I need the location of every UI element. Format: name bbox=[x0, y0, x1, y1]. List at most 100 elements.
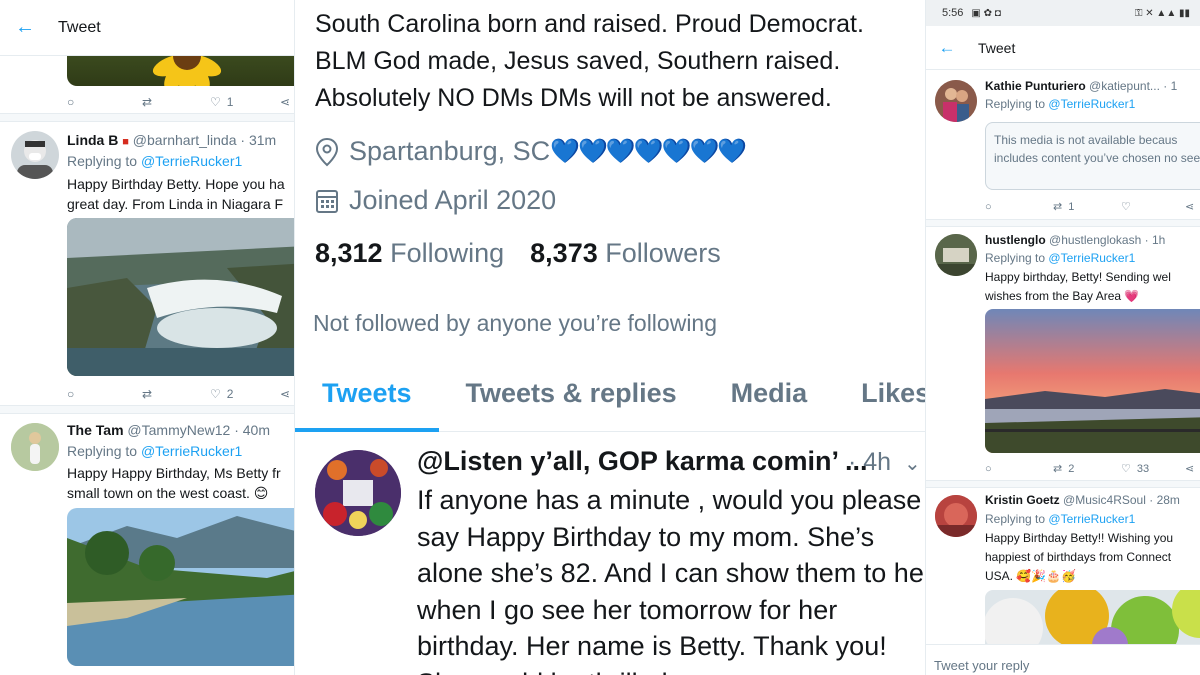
avatar[interactable] bbox=[935, 234, 977, 276]
user-handle[interactable]: @katiepunt... bbox=[1089, 79, 1160, 93]
replying-handle-link[interactable]: @TerrieRucker1 bbox=[1048, 251, 1135, 265]
replying-handle-link[interactable]: @TerrieRucker1 bbox=[1048, 512, 1135, 526]
avatar-graphic bbox=[935, 495, 977, 537]
tweet2-header: hustlenglo @hustlenglokash · 1h bbox=[985, 233, 1165, 247]
replying-handle-link[interactable]: @TerrieRucker1 bbox=[1048, 97, 1135, 111]
canada-flag-icon: ■ bbox=[122, 136, 129, 148]
retweet-button[interactable]: ⇄ 2 bbox=[1053, 462, 1121, 476]
share-icon[interactable]: ⋖ bbox=[280, 387, 290, 401]
timestamp: · 28m bbox=[1149, 493, 1180, 507]
user-handle[interactable]: @hustlenglokash bbox=[1049, 233, 1141, 247]
avatar[interactable] bbox=[315, 450, 401, 536]
tab-tweets[interactable]: Tweets bbox=[295, 360, 439, 432]
tweet-time-row: · 4h ⌄ bbox=[848, 448, 921, 477]
reply-icon[interactable]: ○ bbox=[985, 463, 1053, 475]
replying-to: Replying to @TerrieRucker1 bbox=[67, 443, 242, 459]
avatar-graphic bbox=[315, 450, 401, 536]
tweet2-text-line1: Happy birthday, Betty! Sending wel bbox=[985, 270, 1171, 284]
tweet-author-name[interactable]: @Listen y’all, GOP karma comin’ ... bbox=[417, 446, 868, 477]
sunset-graphic bbox=[985, 309, 1200, 453]
right-header: ← Tweet bbox=[926, 26, 1200, 70]
user-handle[interactable]: @TammyNew12 bbox=[127, 422, 230, 438]
following-label: Following bbox=[390, 238, 505, 268]
balloons-image[interactable] bbox=[985, 590, 1200, 650]
back-arrow-icon[interactable]: ← bbox=[10, 16, 40, 39]
user-handle[interactable]: @barnhart_linda bbox=[133, 132, 237, 148]
back-arrow-icon[interactable]: ← bbox=[932, 38, 962, 58]
left-header: ← Tweet bbox=[0, 0, 294, 56]
like-count: 33 bbox=[1136, 462, 1150, 475]
like-button[interactable]: ♡ 33 bbox=[1121, 462, 1185, 476]
retweet-icon[interactable]: ⇄ bbox=[142, 95, 210, 109]
replying-to: Replying to @TerrieRucker1 bbox=[985, 97, 1135, 111]
sunset-image[interactable] bbox=[985, 309, 1200, 453]
avatar[interactable] bbox=[935, 80, 977, 122]
heart-icon[interactable]: ♡ bbox=[1121, 200, 1185, 213]
avatar[interactable] bbox=[935, 495, 977, 537]
replying-to: Replying to @TerrieRucker1 bbox=[67, 153, 242, 169]
media-unavailable-notice: This media is not available becaus inclu… bbox=[985, 122, 1200, 190]
tweet2-header: Linda B ■ @barnhart_linda · 31m bbox=[67, 132, 276, 148]
followers-link[interactable]: 8,373 Followers bbox=[530, 238, 721, 269]
replying-handle-link[interactable]: @TerrieRucker1 bbox=[141, 443, 242, 459]
calendar-icon bbox=[316, 189, 338, 213]
tweet3-text-line2-text: small town on the west coast. bbox=[67, 485, 250, 501]
user-name[interactable]: The Tam bbox=[67, 422, 124, 438]
avatar[interactable] bbox=[11, 423, 59, 471]
profile-panel: South Carolina born and raised. Proud De… bbox=[295, 0, 925, 675]
tab-likes[interactable]: Likes bbox=[834, 360, 925, 431]
location-text: Spartanburg, SC bbox=[349, 136, 551, 166]
divider bbox=[0, 113, 294, 122]
blue-hearts: 💙💙💙💙💙💙💙 bbox=[550, 138, 747, 165]
tweet2-actions: ○ ⇄ ♡ 2 ⋖ bbox=[67, 387, 290, 401]
user-name[interactable]: Kristin Goetz bbox=[985, 493, 1060, 507]
following-link[interactable]: 8,312 Following bbox=[315, 238, 504, 269]
not-followed-notice: Not followed by anyone you’re following bbox=[313, 310, 718, 336]
status-time: 5:56 bbox=[942, 7, 964, 19]
user-name[interactable]: Kathie Punturiero bbox=[985, 79, 1086, 93]
share-icon[interactable]: ⋖ bbox=[1185, 462, 1194, 475]
user-name[interactable]: Linda B bbox=[67, 132, 118, 148]
timestamp: · 40m bbox=[234, 422, 271, 438]
niagara-falls-image[interactable] bbox=[67, 218, 294, 376]
followers-count: 8,373 bbox=[530, 238, 598, 268]
reply-input[interactable]: Tweet your reply bbox=[926, 644, 1200, 675]
avatar[interactable] bbox=[11, 131, 59, 179]
tab-tweets-replies[interactable]: Tweets & replies bbox=[439, 360, 704, 431]
timestamp: · 31m bbox=[240, 132, 277, 148]
joined-row: Joined April 2020 bbox=[315, 185, 556, 216]
like-count: 1 bbox=[226, 95, 234, 109]
share-icon[interactable]: ⋖ bbox=[1185, 200, 1194, 213]
user-name[interactable]: hustlenglo bbox=[985, 233, 1046, 247]
like-button[interactable]: ♡ 1 bbox=[210, 95, 280, 109]
tweet3-text-line1: Happy Happy Birthday, Ms Betty fr bbox=[67, 465, 281, 481]
tab-media[interactable]: Media bbox=[704, 360, 835, 431]
timestamp: · 1h bbox=[1144, 233, 1166, 247]
sunflower-graphic bbox=[152, 56, 222, 86]
tweet3-header: The Tam @TammyNew12 · 40m bbox=[67, 422, 270, 438]
reply-icon[interactable]: ○ bbox=[985, 201, 1053, 213]
reply-icon[interactable]: ○ bbox=[67, 387, 142, 401]
like-button[interactable]: ♡ 2 bbox=[210, 387, 280, 401]
retweet-count: 2 bbox=[1068, 462, 1075, 475]
divider bbox=[926, 480, 1200, 488]
sunflower-image[interactable] bbox=[67, 56, 294, 86]
retweet-icon: ⇄ bbox=[1053, 201, 1063, 213]
replying-prefix: Replying to bbox=[67, 153, 138, 169]
reply-icon[interactable]: ○ bbox=[67, 95, 142, 109]
share-icon[interactable]: ⋖ bbox=[280, 95, 290, 109]
retweet-icon[interactable]: ⇄ bbox=[142, 387, 210, 401]
timestamp: · 1 bbox=[1163, 79, 1178, 93]
retweet-button[interactable]: ⇄ 1 bbox=[1053, 200, 1121, 214]
user-handle[interactable]: @Music4RSoul bbox=[1063, 493, 1146, 507]
balloons-graphic bbox=[985, 590, 1200, 650]
signal-icons: ⚿ ✕ ▲▲ ▮▮ bbox=[1134, 7, 1190, 19]
avatar-graphic bbox=[17, 140, 53, 179]
status-icons: ▣ ✿ ◘ bbox=[971, 7, 1001, 19]
river-image[interactable] bbox=[67, 508, 294, 666]
tweet3-text-line3: USA. 🥰🎉🎂🥳 bbox=[985, 569, 1077, 583]
chevron-down-icon[interactable]: ⌄ bbox=[904, 453, 921, 475]
like-count: 2 bbox=[226, 387, 234, 401]
replying-handle-link[interactable]: @TerrieRucker1 bbox=[141, 153, 242, 169]
tweet1-header: Kathie Punturiero @katiepunt... · 1 bbox=[985, 79, 1177, 93]
